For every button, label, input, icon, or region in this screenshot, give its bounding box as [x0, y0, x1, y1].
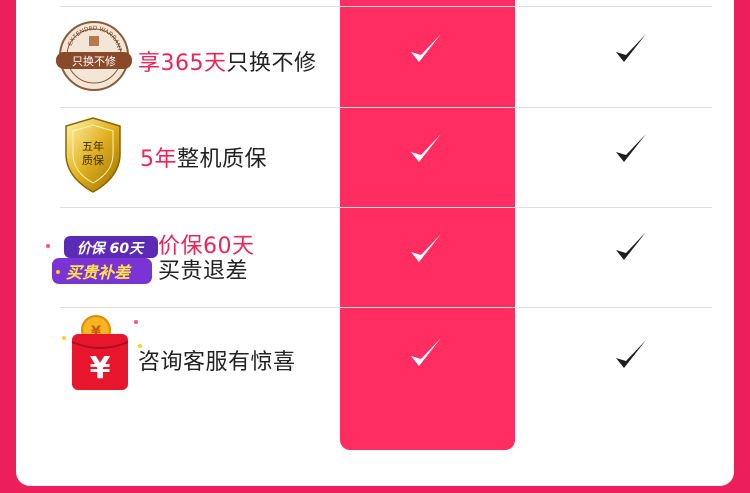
check-icon — [610, 30, 650, 70]
svg-text:买贵补差: 买贵补差 — [66, 263, 132, 282]
check-icon — [405, 334, 445, 374]
check-icon — [405, 230, 445, 270]
check-icon — [610, 130, 650, 170]
price-guarantee-icon: 价保 60天 买贵补差 — [44, 232, 160, 288]
row-divider — [60, 307, 712, 308]
row-divider — [60, 6, 712, 7]
shield-badge-icon: 五年 质保 — [62, 116, 124, 194]
check-icon — [405, 130, 445, 170]
svg-text:价保 60天: 价保 60天 — [77, 240, 145, 257]
check-icon — [610, 336, 650, 376]
check-icon — [610, 228, 650, 268]
red-envelope-icon: ¥ ¥ — [60, 312, 144, 392]
feature-text-3: 价保60天 买贵退差 — [158, 234, 255, 284]
svg-text:只换不修: 只换不修 — [72, 54, 116, 68]
feature-text-2: 5年整机质保 — [140, 147, 268, 172]
feature-text-1: 享365天只换不修 — [138, 51, 317, 76]
row-divider — [60, 207, 712, 208]
check-icon — [405, 30, 445, 70]
exchange-badge-icon: EXTENDED WARRANTY 只换不修 — [56, 20, 132, 92]
row-divider — [60, 107, 712, 108]
svg-text:质保: 质保 — [82, 153, 104, 167]
svg-text:¥: ¥ — [90, 351, 111, 386]
feature-text-4: 咨询客服有惊喜 — [138, 350, 296, 375]
svg-text:五年: 五年 — [82, 139, 104, 153]
